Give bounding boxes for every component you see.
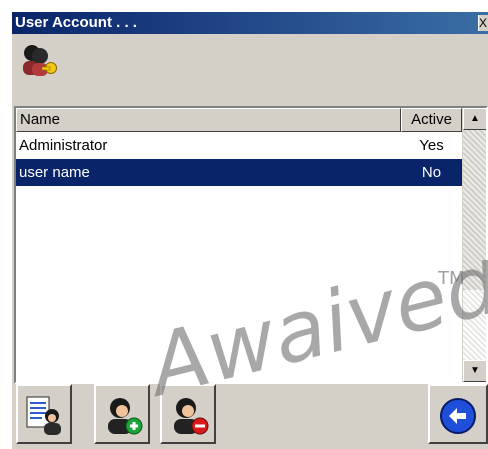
scroll-up-button[interactable]: ▲ <box>463 108 486 130</box>
window-title: User Account . . . <box>15 14 137 31</box>
table-row-selected[interactable]: user name No <box>16 159 462 186</box>
users-key-icon <box>18 40 62 84</box>
column-header-name[interactable]: Name <box>16 108 401 132</box>
column-header-active[interactable]: Active <box>401 108 462 132</box>
user-list-button[interactable] <box>16 384 72 444</box>
remove-user-button[interactable] <box>160 384 216 444</box>
back-arrow-icon <box>440 398 476 434</box>
user-account-window: User Account . . . X Name Active Adminis… <box>10 10 488 449</box>
scroll-thumb[interactable] <box>463 130 486 290</box>
column-header-row: Name Active <box>16 108 462 132</box>
user-properties-icon <box>26 396 61 435</box>
back-button[interactable] <box>428 384 488 444</box>
add-user-icon <box>108 398 143 435</box>
close-button[interactable]: X <box>478 15 488 31</box>
user-active-cell: Yes <box>419 137 444 154</box>
user-list-grid[interactable]: Name Active Administrator Yes user name … <box>14 106 488 384</box>
user-active-cell: No <box>421 164 442 181</box>
window-titlebar[interactable]: User Account . . . <box>12 12 488 34</box>
scroll-down-button[interactable]: ▼ <box>463 360 486 382</box>
add-user-button[interactable] <box>94 384 150 444</box>
vertical-scrollbar[interactable]: ▲ ▼ <box>462 108 486 382</box>
table-row[interactable]: Administrator Yes <box>16 132 462 159</box>
user-name-cell: user name <box>19 164 90 181</box>
user-name-cell: Administrator <box>19 137 108 154</box>
remove-user-icon <box>174 398 209 435</box>
